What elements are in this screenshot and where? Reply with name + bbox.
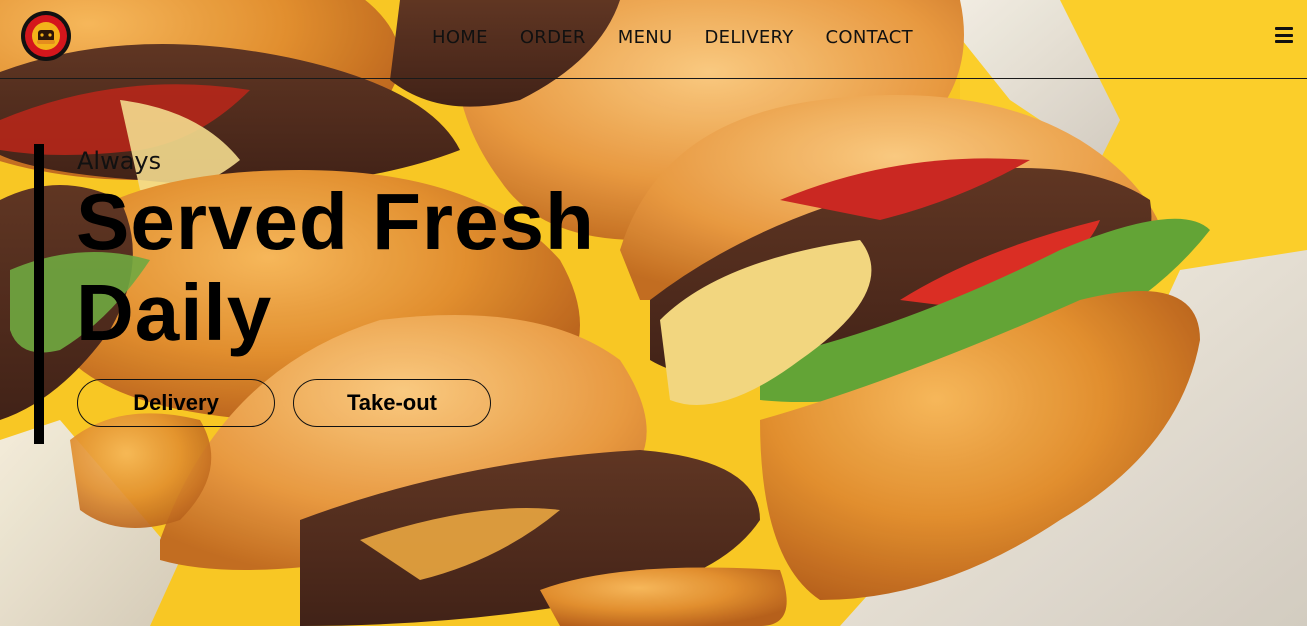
- hero-headline-line1: Served Fresh: [76, 177, 595, 266]
- hero-headline: Served Fresh Daily: [76, 176, 636, 358]
- delivery-button[interactable]: Delivery: [77, 379, 275, 427]
- brand-logo[interactable]: [20, 10, 72, 62]
- nav-order-link[interactable]: ORDER: [520, 27, 586, 49]
- site-header: HOME ORDER MENU DELIVERY CONTACT: [0, 0, 1307, 79]
- hero-eyebrow: Always: [77, 147, 162, 175]
- nav-contact-link[interactable]: CONTACT: [826, 27, 913, 49]
- hero-accent-bar: [34, 144, 44, 444]
- takeout-button[interactable]: Take-out: [293, 379, 491, 427]
- main-navigation: HOME ORDER MENU DELIVERY CONTACT: [432, 27, 945, 49]
- hero-headline-line2: Daily: [76, 268, 273, 357]
- nav-home-link[interactable]: HOME: [432, 27, 488, 49]
- hamburger-menu-icon[interactable]: [1275, 27, 1293, 43]
- nav-menu-link[interactable]: MENU: [618, 27, 673, 49]
- nav-delivery-link[interactable]: DELIVERY: [704, 27, 793, 49]
